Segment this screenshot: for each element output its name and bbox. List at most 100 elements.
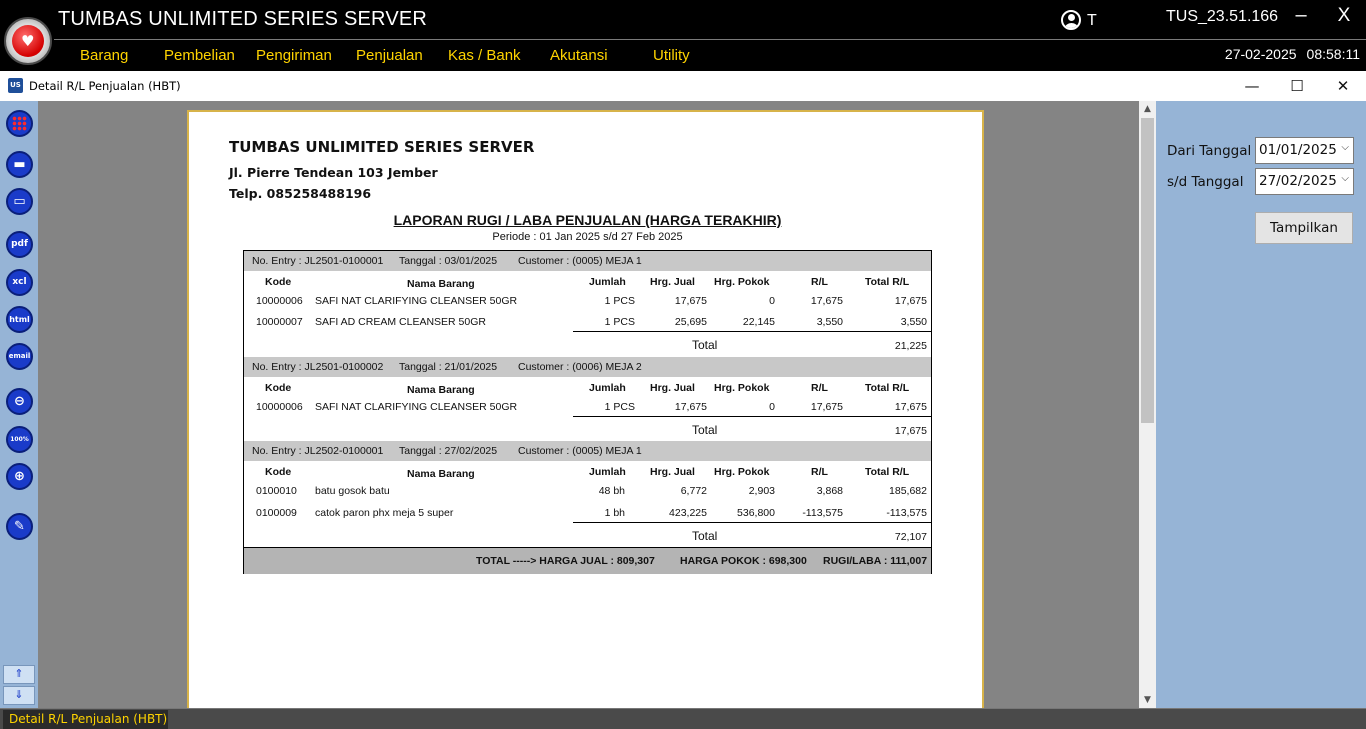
header-divider: [54, 39, 1366, 40]
col-total-rl: Total R/L: [865, 276, 910, 288]
current-time: 08:58:11: [1306, 46, 1360, 62]
col-rl: R/L: [811, 466, 828, 478]
cell-kode: 10000007: [256, 316, 303, 328]
cell-rl: 3,868: [816, 485, 843, 497]
app-close-button[interactable]: X: [1333, 5, 1355, 31]
cell-hrg-jual: 17,675: [674, 401, 707, 413]
zoom-in-icon[interactable]: ⊕: [6, 463, 33, 490]
cell-kode: 10000006: [256, 295, 303, 307]
dari-tanggal-picker[interactable]: 01/01/2025 ⌵: [1255, 137, 1354, 164]
cell-kode: 0100009: [256, 507, 297, 519]
cell-jumlah: 1 PCS: [604, 401, 635, 413]
app-header: ♥ TUMBAS UNLIMITED SERIES SERVER T TUS_2…: [0, 0, 1366, 71]
export-excel-button[interactable]: xcl: [6, 269, 33, 296]
cell-rl: 17,675: [810, 295, 843, 307]
status-window-tab[interactable]: Detail R/L Penjualan (HBT): [3, 710, 168, 729]
entry-number: No. Entry : JL2501-0100002: [252, 361, 384, 373]
scroll-down-button[interactable]: ⇓: [3, 686, 35, 705]
send-email-button[interactable]: email: [6, 343, 33, 370]
datetime: 27-02-2025 08:58:11: [1225, 46, 1360, 62]
col-kode: Kode: [265, 382, 292, 394]
menu-utility[interactable]: Utility: [653, 47, 690, 64]
window-maximize-button[interactable]: ☐: [1281, 75, 1313, 97]
app-minimize-button[interactable]: –: [1290, 4, 1312, 30]
cell-nama: SAFI NAT CLARIFYING CLEANSER 50GR: [315, 401, 518, 413]
cell-hrg-pokok: 536,800: [737, 507, 775, 519]
scrollbar-thumb[interactable]: [1141, 118, 1154, 423]
menu-pembelian[interactable]: Pembelian: [164, 47, 235, 64]
col-nama-barang: Nama Barang: [407, 468, 475, 480]
report-preview[interactable]: TUMBAS UNLIMITED SERIES SERVER Jl. Pierr…: [38, 101, 1139, 708]
col-rl: R/L: [811, 382, 828, 394]
col-rl: R/L: [811, 276, 828, 288]
current-date: 27-02-2025: [1224, 46, 1297, 62]
total-separator: [573, 522, 931, 523]
report-page: TUMBAS UNLIMITED SERIES SERVER Jl. Pierr…: [187, 110, 984, 708]
company-phone: Telp. 085258488196: [229, 186, 372, 201]
grand-total-bar: TOTAL -----> HARGA JUAL : 809,307 HARGA …: [244, 547, 931, 574]
report-table: No. Entry : JL2501-0100001 Tanggal : 03/…: [243, 250, 932, 574]
window-minimize-button[interactable]: —: [1236, 75, 1268, 97]
menu-grid-icon[interactable]: [6, 110, 33, 137]
scroll-up-button[interactable]: ⇑: [3, 665, 35, 684]
col-jumlah: Jumlah: [589, 382, 626, 394]
entry-date: Tanggal : 03/01/2025: [399, 255, 498, 267]
col-kode: Kode: [265, 466, 292, 478]
cell-kode: 10000006: [256, 401, 303, 413]
zoom-out-icon[interactable]: ⊖: [6, 388, 33, 415]
chevron-down-icon: ⌵: [1341, 173, 1349, 184]
scroll-up-arrow-icon[interactable]: ▲: [1139, 101, 1156, 117]
scroll-down-arrow-icon[interactable]: ▼: [1139, 692, 1156, 708]
export-html-button[interactable]: html: [6, 306, 33, 333]
menu-kas-bank[interactable]: Kas / Bank: [448, 47, 521, 64]
user-label[interactable]: T: [1087, 12, 1097, 30]
report-scrollbar[interactable]: ▲ ▼: [1139, 101, 1156, 708]
entry-number: No. Entry : JL2501-0100001: [252, 255, 384, 267]
cell-rl: 3,550: [816, 316, 843, 328]
company-name: TUMBAS UNLIMITED SERIES SERVER: [229, 138, 535, 156]
col-total-rl: Total R/L: [865, 382, 910, 394]
cell-total-rl: 185,682: [889, 485, 927, 497]
window-close-button[interactable]: ✕: [1327, 75, 1359, 97]
entry-number: No. Entry : JL2502-0100001: [252, 445, 384, 457]
group-header: No. Entry : JL2501-0100002 Tanggal : 21/…: [244, 357, 931, 377]
group-total-label: Total: [692, 529, 718, 543]
report-title: LAPORAN RUGI / LABA PENJUALAN (HARGA TER…: [393, 212, 782, 228]
menu-barang[interactable]: Barang: [80, 47, 128, 64]
print-icon[interactable]: ▬: [6, 151, 33, 178]
col-jumlah: Jumlah: [589, 466, 626, 478]
group-header: No. Entry : JL2502-0100001 Tanggal : 27/…: [244, 441, 931, 461]
menu-akutansi[interactable]: Akutansi: [550, 47, 608, 64]
col-nama-barang: Nama Barang: [407, 278, 475, 290]
window-app-icon: US: [8, 78, 23, 93]
menu-penjualan[interactable]: Penjualan: [356, 47, 423, 64]
app-title: TUMBAS UNLIMITED SERIES SERVER: [58, 8, 428, 30]
sd-tanggal-picker[interactable]: 27/02/2025 ⌵: [1255, 168, 1354, 195]
printer-setup-icon[interactable]: ▭: [6, 188, 33, 215]
cell-hrg-jual: 423,225: [669, 507, 707, 519]
app-logo: ♥: [4, 17, 52, 65]
group-header: No. Entry : JL2501-0100001 Tanggal : 03/…: [244, 251, 931, 271]
cell-nama: SAFI NAT CLARIFYING CLEANSER 50GR: [315, 295, 518, 307]
group-total-label: Total: [692, 423, 718, 437]
tampilkan-button[interactable]: Tampilkan: [1255, 212, 1353, 244]
total-separator: [573, 331, 931, 332]
col-hrg-pokok: Hrg. Pokok: [714, 466, 770, 478]
zoom-100-button[interactable]: 100%: [6, 426, 33, 453]
report-period: Periode : 01 Jan 2025 s/d 27 Feb 2025: [492, 231, 683, 243]
window-titlebar: US Detail R/L Penjualan (HBT) — ☐ ✕: [0, 71, 1366, 101]
cell-hrg-pokok: 0: [769, 401, 775, 413]
edit-icon[interactable]: ✎: [6, 513, 33, 540]
company-address: Jl. Pierre Tendean 103 Jember: [229, 165, 438, 180]
cell-kode: 0100010: [256, 485, 297, 497]
group-total-value: 17,675: [894, 425, 927, 437]
total-separator: [573, 416, 931, 417]
window-title: Detail R/L Penjualan (HBT): [29, 79, 181, 93]
app-version: TUS_23.51.166: [1166, 8, 1279, 25]
export-pdf-button[interactable]: pdf: [6, 231, 33, 258]
cell-total-rl: 17,675: [894, 401, 927, 413]
menu-pengiriman[interactable]: Pengiriman: [256, 47, 332, 64]
user-icon[interactable]: [1061, 10, 1081, 30]
entry-date: Tanggal : 21/01/2025: [399, 361, 498, 373]
col-hrg-jual: Hrg. Jual: [650, 276, 695, 288]
